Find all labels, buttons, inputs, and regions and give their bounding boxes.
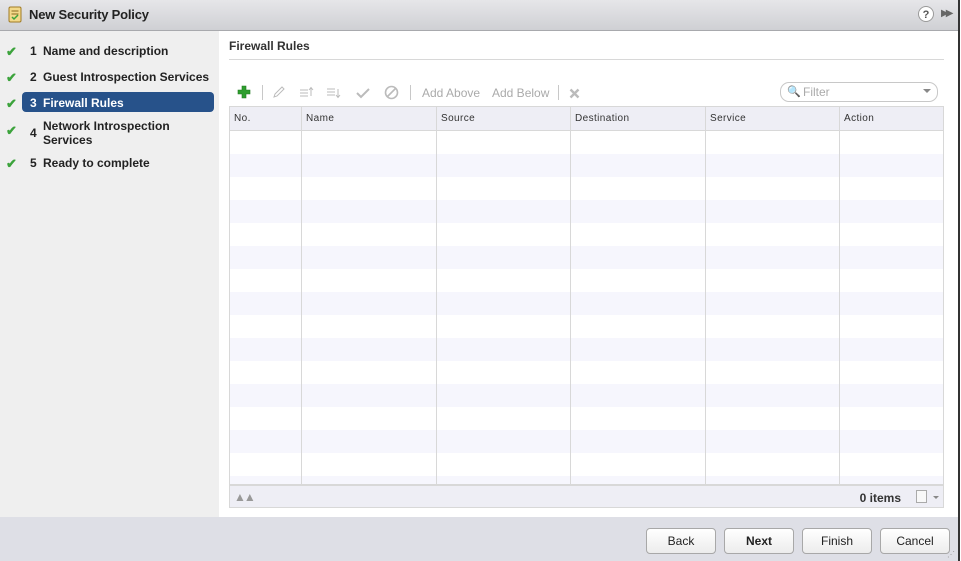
toolbar-separator — [558, 85, 559, 100]
cancel-button[interactable]: Cancel — [880, 528, 950, 554]
filter-input[interactable] — [803, 85, 913, 99]
pencil-icon[interactable] — [272, 85, 286, 99]
firewall-rules-table: No. Name Source Destination Service Acti… — [229, 106, 944, 508]
check-icon[interactable] — [356, 87, 370, 99]
toolbar-separator — [262, 85, 263, 100]
check-icon: ✔ — [6, 70, 17, 85]
step-label: Network Introspection Services — [43, 119, 170, 147]
chevron-down-icon[interactable] — [923, 89, 931, 93]
column-divider — [839, 131, 840, 484]
column-header-service[interactable]: Service — [706, 107, 840, 130]
table-body — [230, 131, 943, 484]
filter-input-box[interactable]: 🔍 — [780, 82, 938, 102]
wizard-steps: ✔ 1 Name and description ✔ 2 Guest Intro… — [0, 31, 219, 517]
step-number: 4 — [30, 126, 37, 140]
delete-x-icon[interactable] — [569, 88, 580, 99]
check-icon: ✔ — [6, 123, 17, 138]
column-header-name[interactable]: Name — [302, 107, 437, 130]
table-footer: ▲▲ 0 items — [230, 484, 943, 507]
check-icon: ✔ — [6, 156, 17, 171]
step-label: Ready to complete — [43, 156, 150, 170]
binoculars-icon[interactable]: ▲▲ — [234, 490, 256, 504]
empty-table-row — [230, 223, 943, 246]
empty-table-row — [230, 361, 943, 384]
resize-grip-icon[interactable]: ⋰ — [947, 550, 955, 559]
finish-button[interactable]: Finish — [802, 528, 872, 554]
new-security-policy-dialog: New Security Policy ? ▶▶ ✔ 1 Name and de… — [0, 0, 960, 561]
back-button[interactable]: Back — [646, 528, 716, 554]
block-icon[interactable] — [384, 85, 399, 100]
step-number: 1 — [30, 44, 37, 58]
toolbar-separator — [410, 85, 411, 100]
empty-table-row — [230, 177, 943, 200]
check-icon: ✔ — [6, 44, 17, 59]
column-divider — [705, 131, 706, 484]
empty-table-row — [230, 200, 943, 223]
step-label: Guest Introspection Services — [43, 70, 210, 84]
check-icon: ✔ — [6, 96, 17, 111]
column-header-no[interactable]: No. — [230, 107, 302, 130]
section-title: Firewall Rules — [229, 39, 310, 53]
chevron-down-icon[interactable] — [933, 496, 939, 499]
main-panel: Firewall Rules Add Above Add Below 🔍 Fil… — [219, 31, 958, 517]
empty-table-row — [230, 430, 943, 453]
add-icon[interactable] — [237, 85, 251, 99]
double-chevron-right-icon[interactable]: ▶▶ — [941, 8, 954, 19]
empty-table-row — [230, 315, 943, 338]
move-up-icon[interactable] — [299, 86, 315, 99]
title-bar: New Security Policy ? ▶▶ — [0, 0, 958, 31]
empty-table-row — [230, 338, 943, 361]
column-divider — [436, 131, 437, 484]
search-icon: 🔍 — [787, 86, 801, 98]
column-header-action[interactable]: Action — [840, 107, 943, 130]
add-above-button[interactable]: Add Above — [422, 86, 480, 100]
empty-table-row — [230, 384, 943, 407]
table-header: No. Name Source Destination Service Acti… — [230, 107, 943, 131]
empty-table-row — [230, 453, 943, 476]
wizard-footer: Back Next Finish Cancel ⋰ — [0, 517, 958, 561]
next-button[interactable]: Next — [724, 528, 794, 554]
empty-table-row — [230, 154, 943, 177]
column-header-destination[interactable]: Destination — [571, 107, 706, 130]
empty-table-row — [230, 292, 943, 315]
policy-scroll-icon — [8, 6, 22, 23]
column-divider — [301, 131, 302, 484]
dialog-title: New Security Policy — [29, 7, 149, 22]
step-number: 2 — [30, 70, 37, 84]
column-divider — [570, 131, 571, 484]
step-number: 3 — [30, 96, 37, 110]
step-number: 5 — [30, 156, 37, 170]
empty-table-row — [230, 131, 943, 154]
add-below-button[interactable]: Add Below — [492, 86, 549, 100]
step-label: Firewall Rules — [43, 96, 124, 110]
export-icon[interactable] — [916, 490, 927, 503]
move-down-icon[interactable] — [326, 86, 342, 99]
column-header-source[interactable]: Source — [437, 107, 571, 130]
help-icon[interactable]: ? — [918, 6, 934, 22]
empty-table-row — [230, 407, 943, 430]
step-label: Name and description — [43, 44, 169, 58]
items-count: 0 items — [859, 491, 901, 505]
empty-table-row — [230, 476, 943, 484]
empty-table-row — [230, 246, 943, 269]
divider — [229, 59, 944, 60]
empty-table-row — [230, 269, 943, 292]
